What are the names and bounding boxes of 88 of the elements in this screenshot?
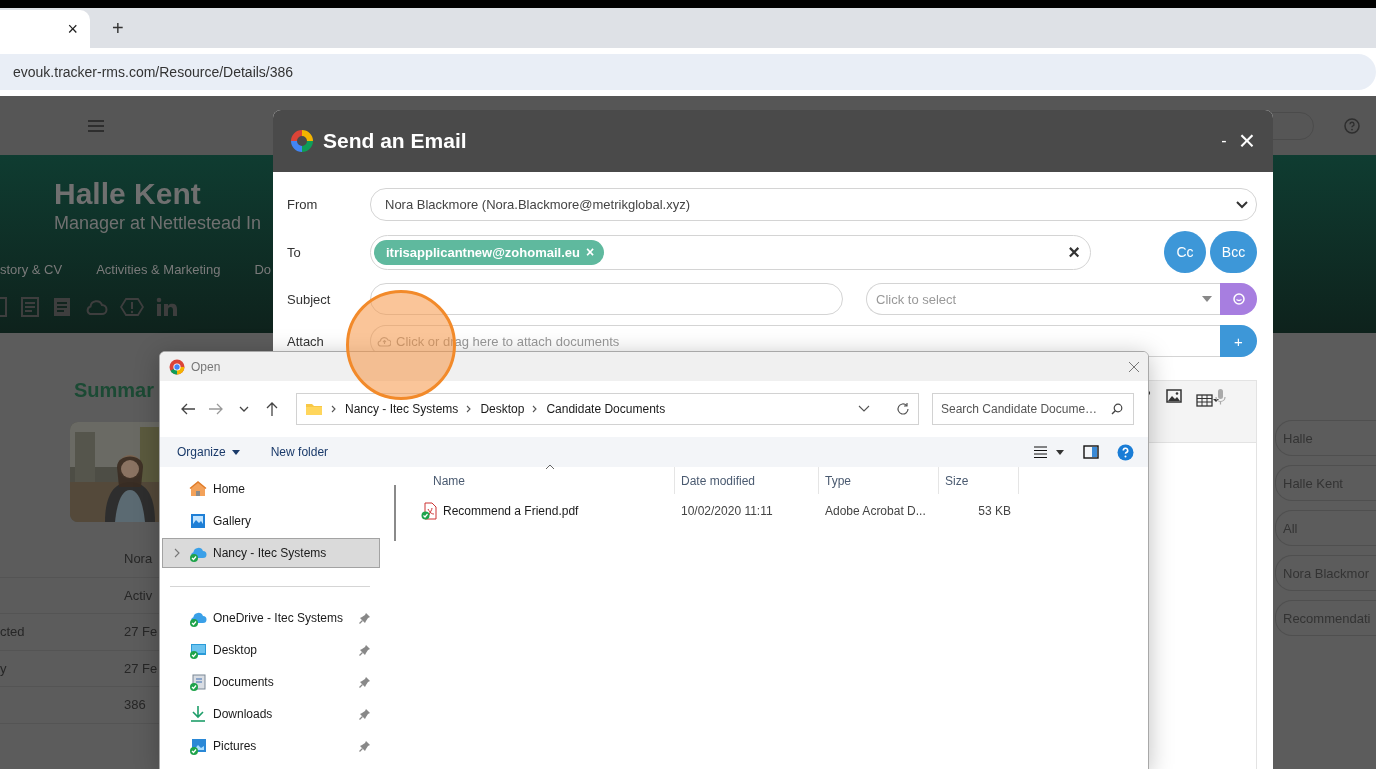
column-header[interactable]: Name [399, 467, 675, 494]
chevron-down-icon[interactable] [858, 405, 870, 413]
close-button[interactable] [1128, 360, 1140, 373]
clear-button[interactable]: × [1068, 240, 1080, 264]
pin-icon[interactable] [359, 740, 371, 752]
profile-tab[interactable]: story & CV [0, 262, 63, 277]
chat-icon [1232, 293, 1245, 305]
organize-button[interactable]: Organize [177, 445, 240, 459]
navigation-item[interactable]: Pictures [162, 731, 380, 761]
view-list-icon[interactable] [1033, 445, 1065, 459]
forward-arrow-icon [208, 401, 224, 417]
profile-tab[interactable]: Activities & Marketing [96, 262, 221, 277]
gallery-icon [189, 512, 207, 530]
chat-button[interactable] [1220, 283, 1257, 315]
help-icon[interactable] [1344, 117, 1360, 134]
file-date: 10/02/2020 11:11 [680, 504, 774, 518]
navigation-item[interactable]: OneDrive - Itec Systems [162, 603, 380, 633]
pin-icon[interactable] [359, 612, 371, 624]
field-label: Subject [287, 291, 332, 307]
navigation-item[interactable]: Gallery [162, 506, 380, 536]
field-label: Attach [287, 333, 325, 349]
dialog-title: Send an Email [323, 129, 468, 153]
caret-icon [231, 449, 240, 455]
picture-icon [189, 737, 207, 755]
breadcrumb-item[interactable]: Desktop [480, 402, 525, 416]
pin-icon[interactable] [359, 644, 371, 656]
browser-tab[interactable]: × [0, 10, 90, 48]
back-arrow-icon [180, 401, 196, 417]
document-icon [189, 673, 207, 691]
home-icon [189, 480, 207, 498]
search-placeholder: Search Candidate Docume… [941, 402, 1098, 416]
file-type: Adobe Acrobat D... [824, 504, 927, 518]
navigation-item[interactable]: Downloads [162, 699, 380, 729]
folder-icon [305, 402, 323, 416]
search-field[interactable]: Search Candidate Docume… [932, 393, 1134, 425]
file-size: 53 KB [977, 504, 1011, 518]
chevron-right-icon [331, 405, 337, 413]
chevron-right-icon [532, 405, 539, 413]
navigation-item[interactable]: Nancy - Itec Systems [162, 538, 380, 568]
chrome-logo-icon [169, 358, 185, 375]
refresh-icon[interactable] [896, 402, 910, 416]
column-header[interactable]: Type [819, 467, 939, 494]
navigation-item[interactable]: Documents [162, 667, 380, 697]
from-select[interactable]: Nora Blackmore (Nora.Blackmore@metrikglobal.xyz) [370, 188, 1257, 221]
column-header[interactable]: Size [939, 467, 1019, 494]
help-icon[interactable] [1117, 443, 1134, 461]
address-field[interactable]: Nancy - Itec Systems Desktop Candidate Documents [296, 393, 919, 425]
navigation-item[interactable]: Home [162, 474, 380, 504]
recipient-address: itrisapplicantnew@zohomail.eu [386, 244, 580, 260]
menu-icon[interactable] [88, 119, 104, 132]
download-icon [189, 705, 207, 723]
up-arrow-icon [264, 401, 280, 417]
search-icon [1111, 403, 1123, 415]
navigation-item[interactable]: Desktop [162, 635, 380, 665]
profile-name: Halle Kent [54, 177, 201, 211]
profile-tab[interactable]: Do [254, 262, 271, 277]
chevron-down-icon [1236, 200, 1248, 209]
close-icon [1128, 360, 1140, 373]
pdf-file-icon [421, 502, 437, 520]
section-title: Summar [74, 379, 155, 402]
column-header[interactable]: Date modified [675, 467, 819, 494]
file-name[interactable]: Recommend a Friend.pdf [399, 502, 675, 520]
pin-icon[interactable] [359, 708, 371, 720]
close-button[interactable]: × [1236, 127, 1257, 155]
dialog-title: Open [191, 359, 222, 374]
select-placeholder: Click to select [876, 291, 957, 307]
address-bar[interactable]: evouk.tracker-rms.com/Resource/Details/386 [0, 54, 1376, 90]
select-value: Nora Blackmore (Nora.Blackmore@metrikglobal.xyz) [385, 197, 691, 212]
tab-close-button[interactable]: × [63, 18, 82, 40]
preview-pane-icon[interactable] [1083, 445, 1099, 459]
image-icon[interactable] [1166, 389, 1182, 403]
table-icon[interactable] [1196, 389, 1228, 409]
new-folder-button[interactable]: New folder [270, 445, 329, 459]
pin-icon[interactable] [359, 676, 371, 688]
field-label: To [287, 244, 302, 260]
upload-cloud-icon [377, 335, 391, 347]
sort-ascending-icon [545, 464, 555, 470]
chevron-right-icon [466, 405, 473, 413]
caret-icon [1202, 296, 1212, 302]
profile-headline: Manager at Nettlestead In [54, 213, 262, 234]
logo-icon [289, 128, 315, 154]
breadcrumb-item[interactable]: Nancy - Itec Systems [345, 402, 459, 416]
minimize-button[interactable]: - [1219, 132, 1229, 150]
field-label: From [287, 197, 319, 212]
breadcrumb-item[interactable]: Candidate Documents [546, 402, 666, 416]
desktop-icon [189, 641, 207, 659]
new-tab-button[interactable]: + [108, 16, 128, 40]
scrollbar[interactable] [394, 485, 396, 541]
